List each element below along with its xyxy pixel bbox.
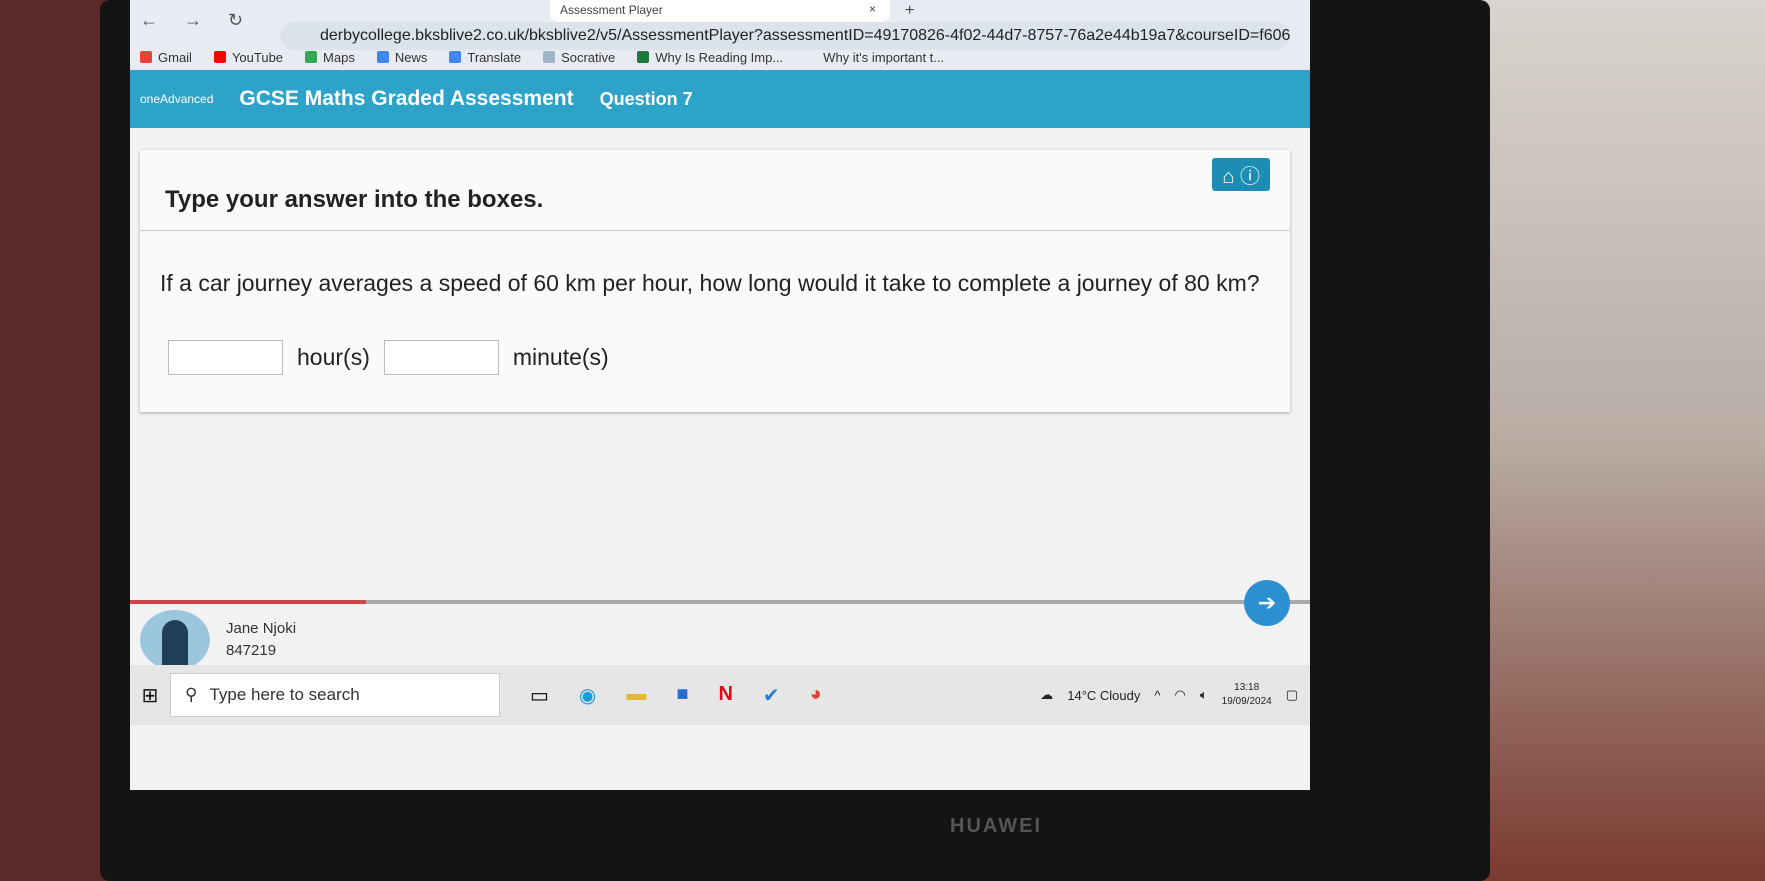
bookmark-icon: [140, 51, 152, 63]
back-icon[interactable]: ←: [140, 10, 158, 31]
minutes-input[interactable]: [383, 340, 499, 375]
question-text: If a car journey averages a speed of 60 …: [160, 270, 1260, 296]
reload-icon[interactable]: ↻: [228, 10, 243, 31]
bookmark-icon: [213, 51, 226, 63]
instruction: Type your answer into the boxes.: [165, 186, 544, 213]
progress-bar: [130, 600, 1310, 604]
brand-logo: oneAdvanced: [140, 92, 214, 106]
bookmark-label: Socrative: [561, 50, 616, 65]
bookmark-icon: [543, 51, 556, 63]
nav-buttons: ← → ↻: [140, 10, 243, 31]
bookmark-icon: [805, 51, 817, 63]
next-button[interactable]: ➔: [1244, 580, 1290, 626]
bookmark-item[interactable]: Why it's important t...: [805, 50, 944, 65]
new-tab-icon[interactable]: +: [905, 2, 914, 20]
user-id: 847219: [226, 642, 277, 659]
file-explorer-icon[interactable]: ▬: [626, 683, 646, 708]
bookmark-icon: [305, 51, 318, 63]
bookmark-item[interactable]: YouTube: [213, 50, 284, 65]
bookmark-item[interactable]: Gmail: [140, 50, 192, 65]
progress-fill: [130, 600, 366, 604]
task-view-icon[interactable]: ▭: [530, 683, 549, 708]
bookmark-item[interactable]: Socrative: [543, 50, 615, 65]
accessibility-icon[interactable]: ⓘ: [1240, 166, 1260, 188]
store-icon[interactable]: ■: [676, 683, 688, 708]
bookmark-item[interactable]: Translate: [449, 50, 521, 65]
bookmark-label: Gmail: [158, 50, 192, 65]
bookmark-label: Maps: [323, 50, 355, 65]
close-tab-icon[interactable]: ×: [869, 2, 876, 16]
weather[interactable]: 14°C Cloudy: [1067, 688, 1140, 703]
windows-start-icon[interactable]: ⊞: [130, 683, 170, 708]
forward-icon[interactable]: →: [184, 10, 202, 31]
time: 13:18: [1234, 682, 1260, 693]
bookmark-label: News: [394, 50, 428, 65]
netflix-icon[interactable]: N: [718, 683, 732, 708]
user-info: Jane Njoki 847219: [140, 610, 296, 670]
avatar: [140, 610, 210, 670]
minutes-label: minute(s): [512, 344, 609, 370]
browser-tab[interactable]: Assessment Player ×: [550, 0, 890, 22]
home-icon[interactable]: ⌂: [1222, 166, 1234, 188]
system-tray: ☁ 14°C Cloudy ^ ◠ 🔈︎ 13:18 19/09/2024 ▢: [1040, 681, 1310, 709]
bookmark-label: Why it's important t...: [823, 50, 945, 65]
question-card: ⌂ ⓘ Type your answer into the boxes. If …: [140, 150, 1290, 412]
taskbar: ⊞ ⚲ Type here to search ▭ ◉ ▬ ■ N ✔ ◕ ☁ 1…: [130, 665, 1310, 725]
todo-icon[interactable]: ✔: [763, 683, 780, 708]
answer-row: hour(s) minute(s): [168, 340, 609, 375]
volume-icon[interactable]: 🔈︎: [1200, 687, 1208, 703]
bookmark-icon: [449, 51, 462, 63]
bookmark-label: Why Is Reading Imp...: [655, 50, 784, 65]
divider: [140, 230, 1290, 231]
bookmark-icon: [376, 51, 389, 63]
address-bar[interactable]: derbycollege.bksblive2.co.uk/bksblive2/v…: [280, 22, 1290, 50]
bookmark-item[interactable]: News: [376, 50, 428, 65]
tab-title: Assessment Player: [560, 3, 663, 17]
app-header: oneAdvanced GCSE Maths Graded Assessment…: [130, 70, 1310, 128]
laptop-logo: HUAWEI: [950, 815, 1042, 837]
bookmark-item[interactable]: Maps: [305, 50, 355, 65]
taskbar-search[interactable]: ⚲ Type here to search: [170, 673, 500, 717]
app-title: GCSE Maths Graded Assessment: [239, 87, 574, 110]
hours-label: hour(s): [297, 344, 370, 370]
user-name: Jane Njoki: [226, 620, 297, 637]
chrome-icon[interactable]: ◕: [810, 683, 822, 708]
clock[interactable]: 13:18 19/09/2024: [1222, 681, 1272, 709]
cloud-icon: ☁: [1040, 687, 1054, 702]
notifications-icon[interactable]: ▢: [1286, 687, 1298, 703]
wifi-icon[interactable]: ◠: [1174, 687, 1185, 703]
search-placeholder: Type here to search: [209, 685, 360, 704]
header-icons: ⌂ ⓘ: [1212, 158, 1270, 191]
bookmarks-bar: Gmail YouTube Maps News Translate Socrative Wh…: [140, 50, 944, 65]
date: 19/09/2024: [1221, 696, 1272, 707]
question-number: Question 7: [599, 88, 693, 109]
bookmark-label: YouTube: [231, 50, 284, 65]
bookmark-icon: [637, 51, 650, 63]
tray-chevron-icon[interactable]: ^: [1154, 688, 1160, 703]
bookmark-label: Translate: [467, 50, 522, 65]
taskbar-apps: ▭ ◉ ▬ ■ N ✔ ◕: [530, 683, 822, 708]
browser-chrome: ← → ↻ Assessment Player × + derbycollege.…: [130, 0, 1310, 70]
bookmark-item[interactable]: Why Is Reading Imp...: [637, 50, 783, 65]
search-icon: ⚲: [185, 685, 198, 704]
hours-input[interactable]: [168, 340, 283, 375]
screen: ← → ↻ Assessment Player × + derbycollege.…: [130, 0, 1310, 790]
edge-icon[interactable]: ◉: [579, 683, 596, 708]
